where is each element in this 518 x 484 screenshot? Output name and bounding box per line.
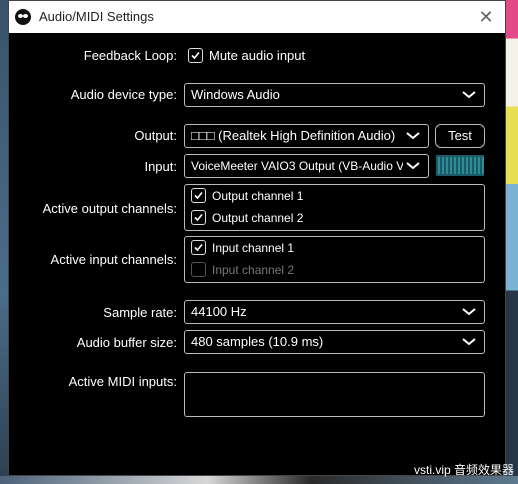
output-channel-1-checkbox[interactable] [191,188,206,203]
audio-device-type-dropdown[interactable]: Windows Audio [184,83,485,107]
output-label: Output: [134,128,177,143]
active-input-channels-label: Active input channels: [50,252,177,267]
sample-rate-value: 44100 Hz [191,304,247,319]
active-midi-inputs-label: Active MIDI inputs: [68,374,177,389]
chevron-down-icon [406,125,420,140]
output-channel-2-checkbox[interactable] [191,210,206,225]
window-title: Audio/MIDI Settings [39,9,154,24]
active-output-channels-label: Active output channels: [42,201,177,216]
output-device-value: □□□ (Realtek High Definition Audio) [191,128,396,143]
test-button[interactable]: Test [435,124,485,148]
title-bar[interactable]: Audio/MIDI Settings ✕ [9,1,505,33]
mute-audio-input-label: Mute audio input [209,48,306,63]
input-channel-1-checkbox[interactable] [191,240,206,255]
checkmark-icon [194,191,203,200]
watermark: vsti.vip 音频效果器 [413,463,514,477]
sample-rate-label: Sample rate: [103,305,177,320]
feedback-loop-label: Feedback Loop: [83,48,177,63]
input-label: Input: [144,159,177,174]
audio-device-type-label: Audio device type: [70,87,177,102]
midi-inputs-list[interactable] [184,372,485,417]
input-channel-2-checkbox[interactable] [191,262,206,277]
input-level-meter [436,155,484,176]
input-channel-2-label: Input channel 2 [212,263,295,277]
input-channel-1-label: Input channel 1 [212,241,295,255]
chevron-down-icon [462,301,476,316]
chevron-down-icon [462,331,476,346]
audio-buffer-size-label: Audio buffer size: [76,335,177,350]
sample-rate-dropdown[interactable]: 44100 Hz [184,300,485,324]
output-channel-2-label: Output channel 2 [212,211,304,225]
mute-audio-input-checkbox[interactable] [188,48,203,63]
checkmark-icon [194,213,203,222]
desktop-background-left [0,0,8,484]
output-device-dropdown[interactable]: □□□ (Realtek High Definition Audio) [184,124,429,148]
audio-buffer-size-dropdown[interactable]: 480 samples (10.9 ms) [184,330,485,354]
input-device-dropdown[interactable]: VoiceMeeter VAIO3 Output (VB-Audio Vo... [184,154,429,178]
desktop-background-right [506,0,518,484]
close-button[interactable]: ✕ [475,6,497,28]
checkmark-icon [191,51,200,60]
chevron-down-icon [462,84,476,99]
app-icon [15,9,31,25]
checkmark-icon [194,243,203,252]
audio-device-type-value: Windows Audio [191,87,280,102]
chevron-down-icon [403,155,420,170]
output-channel-1-label: Output channel 1 [212,189,304,203]
audio-buffer-size-value: 480 samples (10.9 ms) [191,334,324,349]
input-device-value: VoiceMeeter VAIO3 Output (VB-Audio Vo... [191,159,421,173]
